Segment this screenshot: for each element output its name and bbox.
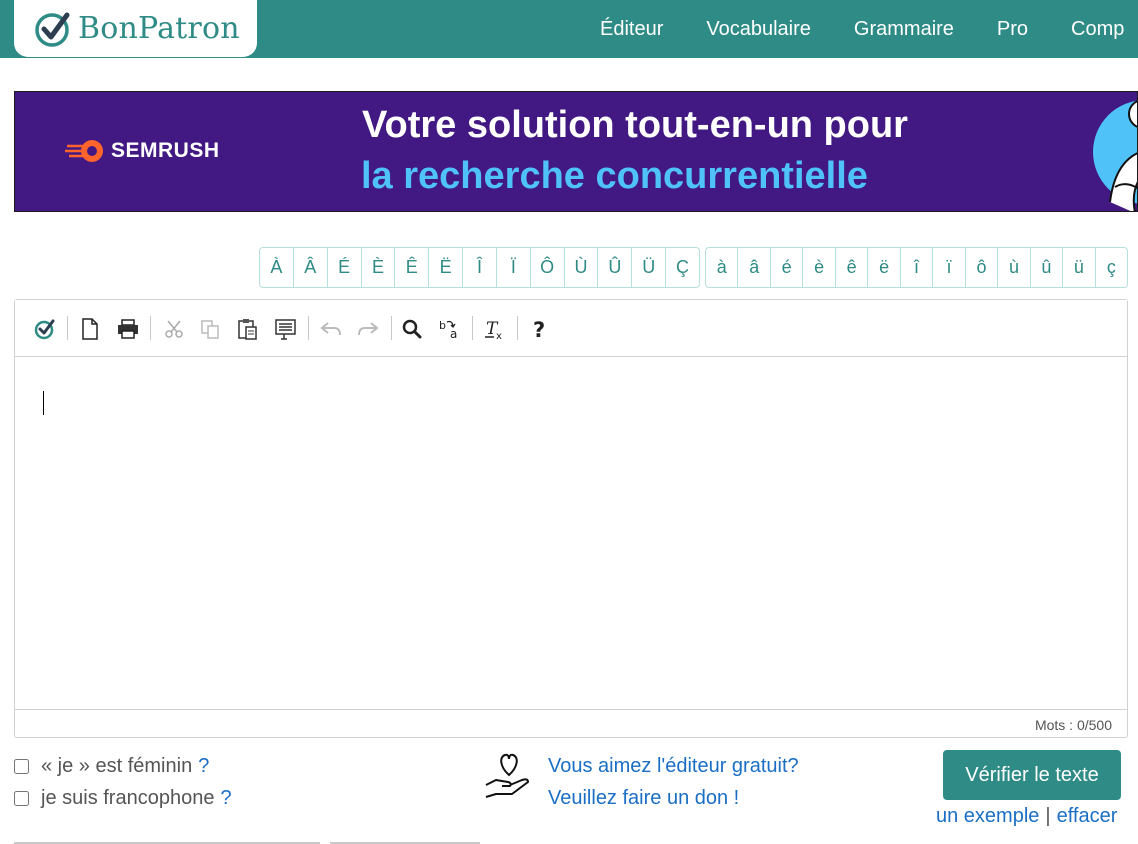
francophone-option[interactable]: je suis francophone ? — [14, 787, 232, 810]
lowercase-accent-keys: à â é è ê ë î ï ô ù û ü ç — [705, 247, 1128, 288]
verify-text-button[interactable]: Vérifier le texte — [943, 750, 1121, 800]
accent-key[interactable]: é — [771, 248, 804, 287]
text-caret — [43, 391, 44, 415]
toolbar-separator — [472, 316, 473, 340]
svg-text:x: x — [496, 331, 502, 340]
accent-key[interactable]: Ç — [666, 248, 699, 287]
accent-key[interactable]: Î — [463, 248, 497, 287]
svg-text:?: ? — [533, 318, 545, 340]
remove-format-icon[interactable]: Tx — [482, 316, 508, 342]
logo[interactable]: BonPatron — [14, 0, 257, 57]
paste-icon[interactable] — [235, 316, 261, 342]
accent-key[interactable]: ù — [998, 248, 1031, 287]
logo-text: BonPatron — [78, 11, 240, 46]
accent-key[interactable]: Ï — [497, 248, 531, 287]
feminine-help-link[interactable]: ? — [198, 755, 209, 778]
accent-key[interactable]: Ü — [632, 248, 667, 287]
accent-key[interactable]: Ë — [429, 248, 464, 287]
accent-key[interactable]: ë — [868, 248, 901, 287]
accent-key[interactable]: à — [706, 248, 739, 287]
accent-key[interactable]: À — [260, 248, 294, 287]
replace-icon[interactable]: ba — [437, 316, 463, 342]
accent-key[interactable]: â — [738, 248, 771, 287]
accent-key[interactable]: Û — [598, 248, 633, 287]
editor-text-area[interactable] — [15, 357, 1127, 709]
heart-hand-icon — [485, 753, 529, 798]
nav-editeur[interactable]: Éditeur — [600, 18, 663, 41]
feminine-option[interactable]: « je » est féminin ? — [14, 755, 209, 778]
accent-key[interactable]: ü — [1063, 248, 1096, 287]
uppercase-accent-keys: À Â É È Ê Ë Î Ï Ô Ù Û Ü Ç — [259, 247, 700, 288]
main-nav: Éditeur Vocabulaire Grammaire Pro Comp — [600, 0, 1138, 58]
toolbar-separator — [150, 316, 151, 340]
francophone-checkbox[interactable] — [14, 791, 29, 806]
ad-banner[interactable]: SEMRUSH Votre solution tout-en-un pour l… — [14, 91, 1138, 212]
undo-icon[interactable] — [318, 316, 344, 342]
text-editor: ba Tx ? Mots : 0/500 — [14, 299, 1128, 738]
semrush-brand: SEMRUSH — [111, 139, 220, 162]
checkmark-logo-icon — [35, 12, 70, 47]
example-link[interactable]: un exemple — [936, 805, 1039, 827]
svg-text:b: b — [439, 319, 446, 332]
nav-vocabulaire[interactable]: Vocabulaire — [706, 18, 811, 41]
accent-key[interactable]: ô — [966, 248, 999, 287]
donation-link-line1[interactable]: Vous aimez l'éditeur gratuit? — [548, 755, 799, 778]
toolbar-separator — [391, 316, 392, 340]
print-icon[interactable] — [115, 316, 141, 342]
top-navbar: BonPatron Éditeur Vocabulaire Grammaire … — [0, 0, 1138, 58]
accent-key[interactable]: Ê — [395, 248, 430, 287]
example-clear-links: un exemple | effacer — [936, 805, 1117, 828]
accent-key[interactable]: Ù — [565, 248, 599, 287]
francophone-label: je suis francophone — [41, 787, 215, 809]
accent-key[interactable]: î — [901, 248, 934, 287]
paste-text-icon[interactable] — [273, 316, 299, 342]
accent-key[interactable]: Â — [294, 248, 328, 287]
donation-link-line2[interactable]: Veuillez faire un don ! — [548, 787, 739, 810]
editor-toolbar: ba Tx ? — [15, 300, 1127, 357]
svg-text:a: a — [450, 327, 457, 340]
toolbar-separator — [517, 316, 518, 340]
francophone-help-link[interactable]: ? — [220, 787, 231, 810]
clear-link[interactable]: effacer — [1057, 805, 1118, 827]
accent-key[interactable]: É — [328, 248, 362, 287]
toolbar-separator — [67, 316, 68, 340]
help-icon[interactable]: ? — [527, 316, 553, 342]
toolbar-separator — [308, 316, 309, 340]
nav-comp[interactable]: Comp — [1071, 18, 1124, 41]
accent-key[interactable]: ê — [836, 248, 869, 287]
cut-icon[interactable] — [161, 316, 187, 342]
semrush-logo: SEMRUSH — [65, 138, 220, 164]
banner-headline: Votre solution tout-en-un pour — [362, 104, 908, 146]
link-separator: | — [1045, 805, 1051, 827]
accent-key[interactable]: ï — [933, 248, 966, 287]
feminine-checkbox[interactable] — [14, 759, 29, 774]
accent-key[interactable]: ç — [1096, 248, 1127, 287]
accent-key[interactable]: è — [803, 248, 836, 287]
accent-key[interactable]: û — [1031, 248, 1064, 287]
semrush-flame-icon — [65, 140, 103, 162]
editor-statusbar: Mots : 0/500 — [15, 709, 1127, 738]
banner-illustration — [1093, 100, 1137, 211]
banner-subheadline: la recherche concurrentielle — [361, 155, 868, 197]
accent-key[interactable]: Ô — [531, 248, 565, 287]
find-icon[interactable] — [399, 316, 425, 342]
redo-icon[interactable] — [355, 316, 381, 342]
feminine-label: « je » est féminin — [41, 755, 193, 777]
accent-key[interactable]: È — [362, 248, 396, 287]
copy-icon[interactable] — [197, 316, 223, 342]
nav-pro[interactable]: Pro — [997, 18, 1028, 41]
nav-grammaire[interactable]: Grammaire — [854, 18, 954, 41]
new-document-icon[interactable] — [77, 316, 103, 342]
check-icon[interactable] — [32, 316, 58, 342]
word-count: Mots : 0/500 — [1034, 717, 1112, 733]
